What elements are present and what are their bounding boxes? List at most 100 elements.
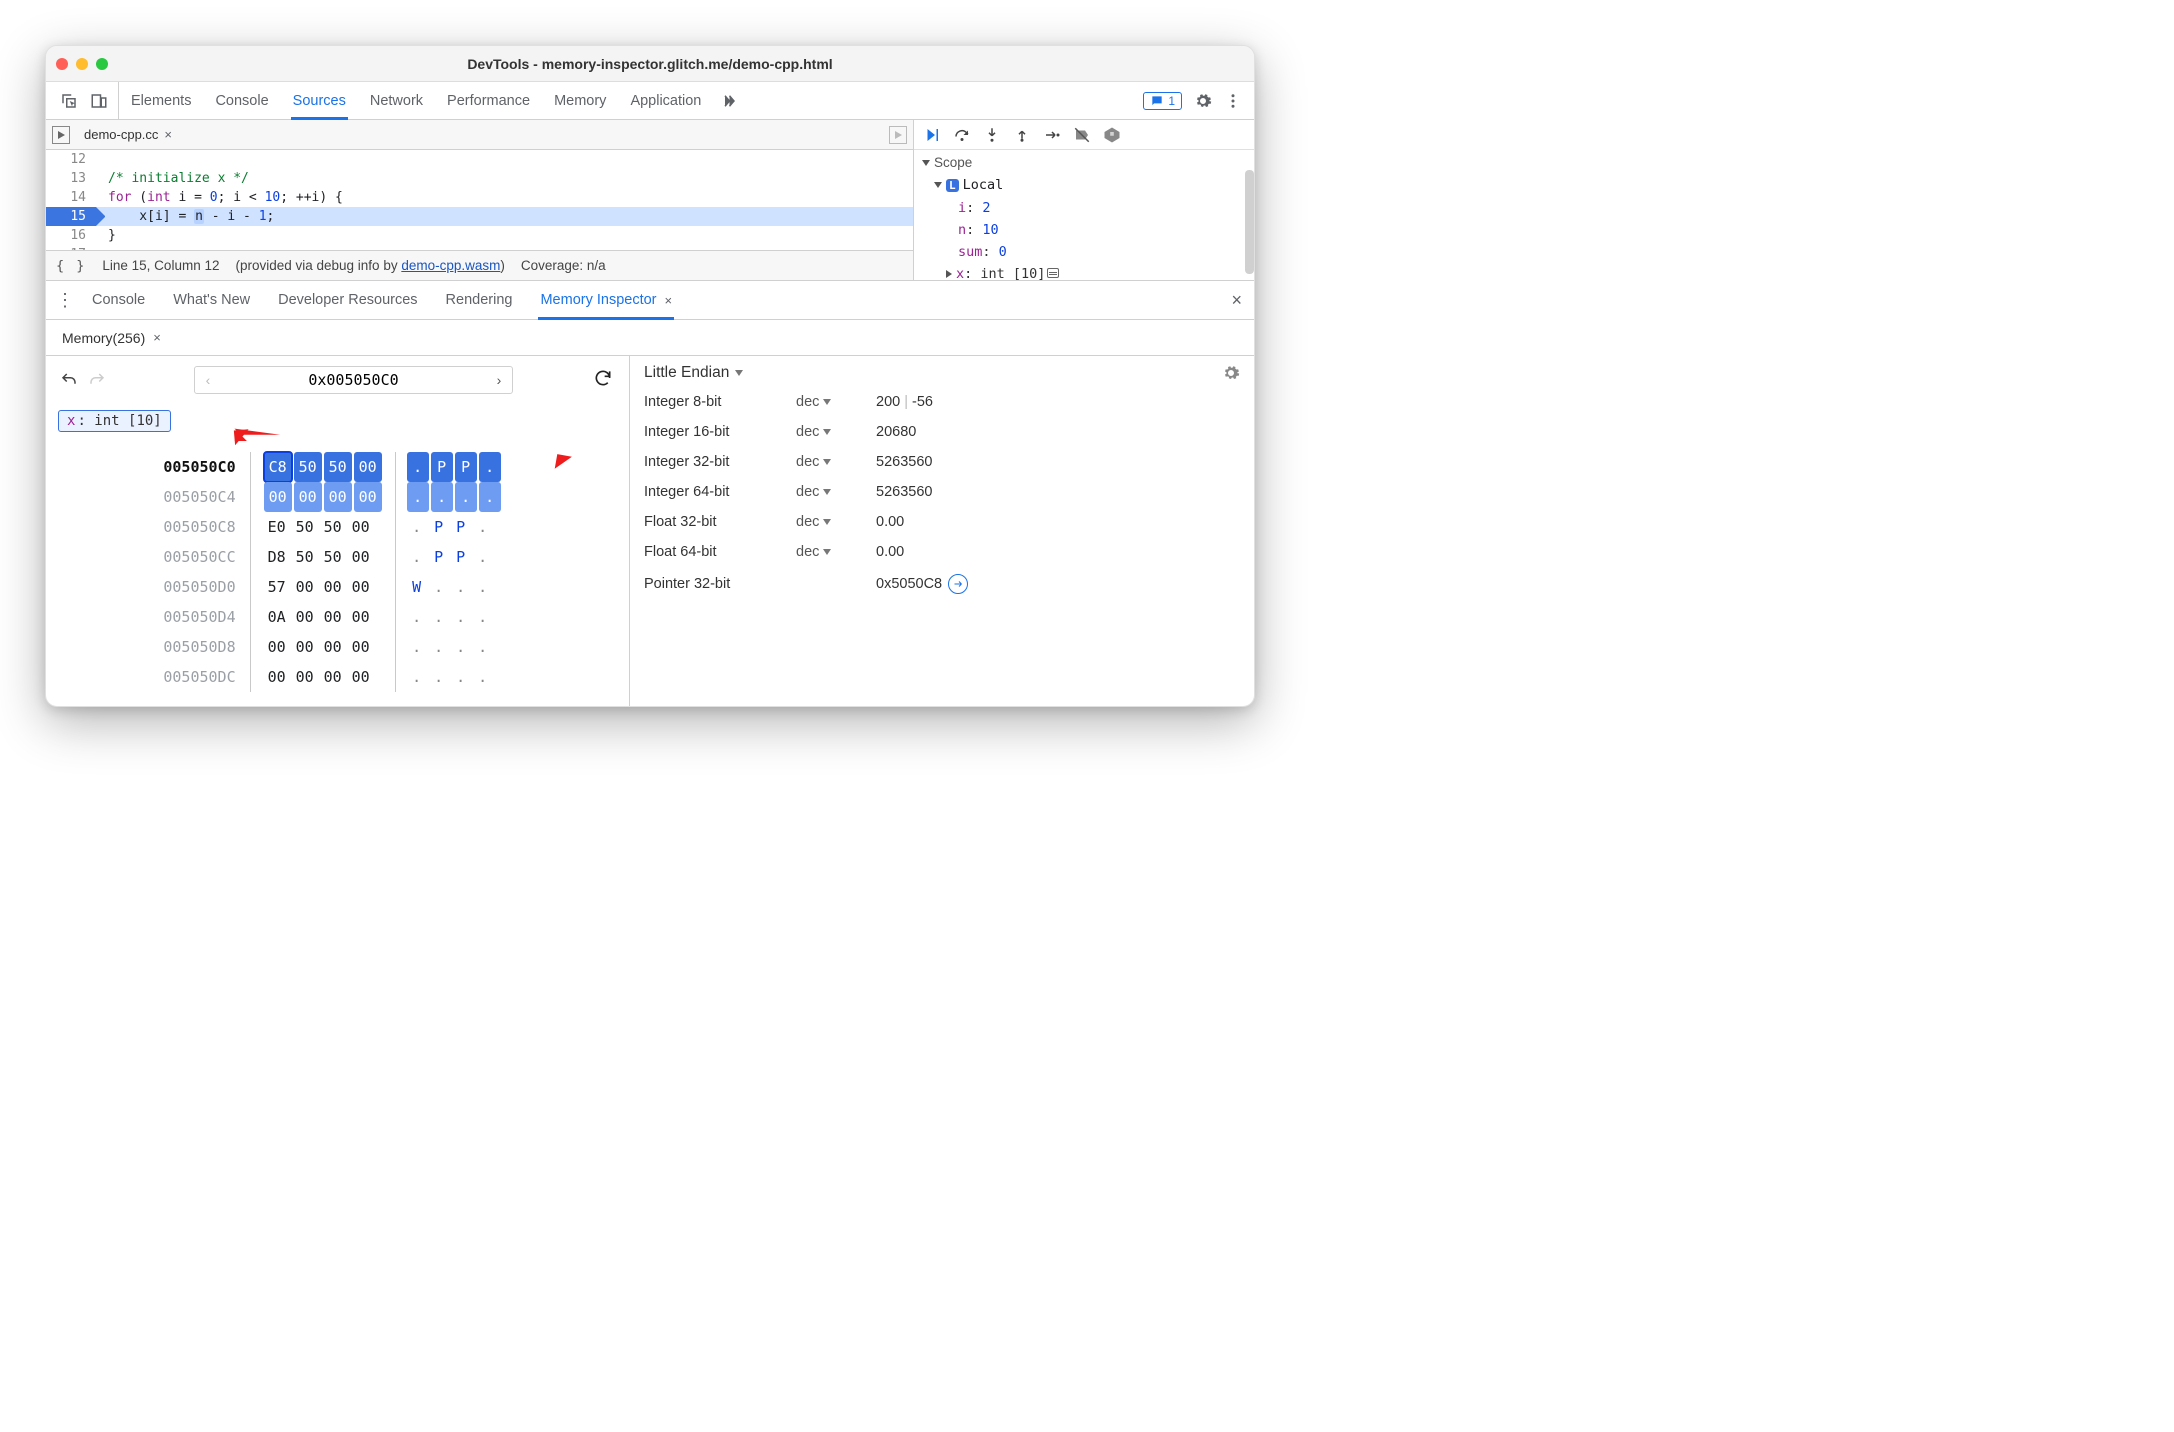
drawer-tab-memory-inspector[interactable]: Memory Inspector× bbox=[526, 281, 686, 319]
more-tabs-icon[interactable] bbox=[719, 92, 737, 110]
device-toolbar-icon[interactable] bbox=[90, 92, 108, 110]
ascii-byte[interactable]: . bbox=[431, 482, 453, 512]
code-editor[interactable]: 1213/* initialize x */14for (int i = 0; … bbox=[46, 150, 913, 250]
ascii-byte[interactable]: . bbox=[450, 602, 472, 632]
ascii-byte[interactable]: . bbox=[428, 632, 450, 662]
ascii-byte[interactable]: . bbox=[450, 632, 472, 662]
panel-tab-sources[interactable]: Sources bbox=[281, 82, 358, 119]
ascii-byte[interactable]: P bbox=[455, 452, 477, 482]
hex-address[interactable]: 005050C8 bbox=[163, 512, 235, 542]
hex-byte[interactable]: 00 bbox=[347, 542, 375, 572]
hex-byte[interactable]: 50 bbox=[294, 452, 322, 482]
hex-byte[interactable]: 00 bbox=[291, 602, 319, 632]
hex-byte[interactable]: 50 bbox=[324, 452, 352, 482]
panel-tab-application[interactable]: Application bbox=[618, 82, 713, 119]
scope-var-i[interactable]: i: 2 bbox=[914, 197, 1254, 219]
hex-byte[interactable]: 00 bbox=[347, 632, 375, 662]
pretty-print-icon[interactable]: { } bbox=[56, 258, 86, 274]
ascii-byte[interactable]: . bbox=[472, 542, 494, 572]
drawer-tab-rendering[interactable]: Rendering bbox=[432, 281, 527, 319]
hex-address[interactable]: 005050D0 bbox=[163, 572, 235, 602]
hex-byte[interactable]: 00 bbox=[347, 602, 375, 632]
ascii-byte[interactable]: . bbox=[479, 482, 501, 512]
hex-byte[interactable]: 00 bbox=[347, 662, 375, 692]
drawer-more-icon[interactable]: ⋮ bbox=[52, 290, 78, 311]
ascii-byte[interactable]: P bbox=[431, 452, 453, 482]
memory-icon[interactable] bbox=[1047, 268, 1059, 278]
close-memory-tab-icon[interactable]: × bbox=[153, 330, 161, 345]
hex-byte[interactable]: 00 bbox=[291, 662, 319, 692]
ascii-byte[interactable]: P bbox=[428, 542, 450, 572]
more-menu-icon[interactable] bbox=[1224, 92, 1242, 110]
hex-byte[interactable]: 00 bbox=[263, 632, 291, 662]
ascii-byte[interactable]: . bbox=[406, 632, 428, 662]
panel-tab-network[interactable]: Network bbox=[358, 82, 435, 119]
scope-local[interactable]: LLocal bbox=[914, 174, 1254, 197]
panel-tab-console[interactable]: Console bbox=[203, 82, 280, 119]
type-format-select[interactable]: dec bbox=[796, 454, 876, 470]
inspect-element-icon[interactable] bbox=[60, 92, 78, 110]
scope-var-n[interactable]: n: 10 bbox=[914, 219, 1254, 241]
ascii-byte[interactable]: . bbox=[472, 632, 494, 662]
scope-header[interactable]: Scope bbox=[914, 152, 1254, 174]
panel-tab-performance[interactable]: Performance bbox=[435, 82, 542, 119]
step-over-button[interactable] bbox=[952, 125, 972, 145]
hex-address[interactable]: 005050C4 bbox=[163, 482, 235, 512]
ascii-byte[interactable]: . bbox=[406, 662, 428, 692]
type-format-select[interactable]: dec bbox=[796, 544, 876, 560]
hex-byte[interactable]: 00 bbox=[324, 482, 352, 512]
close-tab-icon[interactable]: × bbox=[164, 127, 172, 142]
ascii-byte[interactable]: . bbox=[406, 542, 428, 572]
ascii-byte[interactable]: . bbox=[428, 602, 450, 632]
type-format-select[interactable]: dec bbox=[796, 424, 876, 440]
ascii-byte[interactable]: . bbox=[407, 482, 429, 512]
hex-address[interactable]: 005050C0 bbox=[163, 452, 235, 482]
scope-var-x[interactable]: x: int [10] bbox=[914, 263, 1254, 280]
run-snippet-icon[interactable] bbox=[52, 126, 70, 144]
panel-tab-memory[interactable]: Memory bbox=[542, 82, 618, 119]
undo-icon[interactable] bbox=[58, 369, 80, 391]
ascii-byte[interactable]: . bbox=[406, 512, 428, 542]
address-next-icon[interactable]: › bbox=[486, 372, 512, 388]
hex-byte[interactable]: 00 bbox=[294, 482, 322, 512]
ascii-byte[interactable]: . bbox=[407, 452, 429, 482]
messages-badge[interactable]: 1 bbox=[1143, 92, 1182, 110]
hex-byte[interactable]: 00 bbox=[347, 512, 375, 542]
ascii-byte[interactable]: . bbox=[472, 512, 494, 542]
refresh-icon[interactable] bbox=[593, 368, 617, 392]
hex-byte[interactable]: 0A bbox=[263, 602, 291, 632]
ascii-byte[interactable]: W bbox=[406, 572, 428, 602]
hex-byte[interactable]: E0 bbox=[263, 512, 291, 542]
deactivate-breakpoints-button[interactable] bbox=[1072, 125, 1092, 145]
ascii-byte[interactable]: . bbox=[450, 662, 472, 692]
hex-address[interactable]: 005050D4 bbox=[163, 602, 235, 632]
address-input[interactable] bbox=[221, 371, 486, 389]
address-prev-icon[interactable]: ‹ bbox=[195, 372, 221, 388]
ascii-byte[interactable]: P bbox=[450, 542, 472, 572]
type-format-select[interactable]: dec bbox=[796, 394, 876, 410]
ascii-byte[interactable]: . bbox=[428, 662, 450, 692]
panel-tab-elements[interactable]: Elements bbox=[119, 82, 203, 119]
step-into-button[interactable] bbox=[982, 125, 1002, 145]
drawer-tab-what-s-new[interactable]: What's New bbox=[159, 281, 264, 319]
endian-selector[interactable]: Little Endian bbox=[644, 364, 743, 382]
settings-icon[interactable] bbox=[1194, 92, 1212, 110]
hex-byte[interactable]: 50 bbox=[319, 542, 347, 572]
hex-byte[interactable]: 00 bbox=[347, 572, 375, 602]
ascii-byte[interactable]: P bbox=[428, 512, 450, 542]
ascii-byte[interactable]: . bbox=[472, 602, 494, 632]
ascii-byte[interactable]: . bbox=[455, 482, 477, 512]
hex-byte[interactable]: 00 bbox=[319, 602, 347, 632]
step-out-button[interactable] bbox=[1012, 125, 1032, 145]
ascii-byte[interactable]: . bbox=[428, 572, 450, 602]
hex-byte[interactable]: 00 bbox=[319, 572, 347, 602]
close-window-button[interactable] bbox=[56, 58, 68, 70]
hex-byte[interactable]: D8 bbox=[263, 542, 291, 572]
hex-byte[interactable]: 00 bbox=[319, 632, 347, 662]
hex-byte[interactable]: 00 bbox=[319, 662, 347, 692]
scope-var-sum[interactable]: sum: 0 bbox=[914, 241, 1254, 263]
close-tab-icon[interactable]: × bbox=[665, 293, 673, 308]
pause-on-exceptions-button[interactable] bbox=[1102, 125, 1122, 145]
hex-byte[interactable]: C8 bbox=[264, 452, 292, 482]
hex-byte[interactable]: 00 bbox=[291, 572, 319, 602]
